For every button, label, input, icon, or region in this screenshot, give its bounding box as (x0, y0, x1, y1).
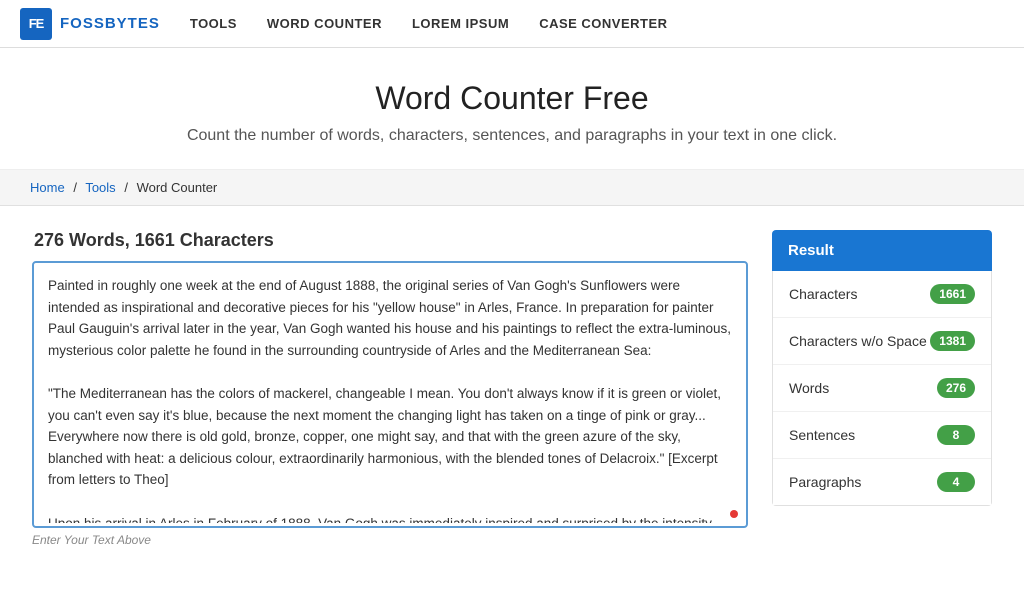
textarea-hint: Enter Your Text Above (32, 533, 748, 547)
breadcrumb-current: Word Counter (137, 180, 218, 195)
breadcrumb: Home / Tools / Word Counter (0, 170, 1024, 206)
navbar: FE FOSSBYTES TOOLS WORD COUNTER LOREM IP… (0, 0, 1024, 48)
result-badge: 4 (937, 472, 975, 492)
result-item: Characters w/o Space 1381 (773, 318, 991, 365)
content-area: 276 Words, 1661 Characters Enter Your Te… (2, 206, 1022, 571)
result-badge: 1661 (930, 284, 975, 304)
page-title: Word Counter Free (20, 80, 1004, 117)
breadcrumb-sep-1: / (73, 180, 77, 195)
result-label: Sentences (789, 426, 855, 444)
result-item: Paragraphs 4 (773, 459, 991, 505)
result-label: Characters (789, 285, 857, 303)
result-label: Paragraphs (789, 473, 861, 491)
result-label: Characters w/o Space (789, 332, 927, 350)
result-list: Characters 1661 Characters w/o Space 138… (772, 271, 992, 506)
breadcrumb-home[interactable]: Home (30, 180, 65, 195)
breadcrumb-tools[interactable]: Tools (85, 180, 115, 195)
nav-case-converter[interactable]: CASE CONVERTER (539, 2, 667, 45)
result-badge: 1381 (930, 331, 975, 351)
logo-area: FE FOSSBYTES (20, 8, 160, 40)
logo-icon: FE (20, 8, 52, 40)
red-dot-indicator (730, 510, 738, 518)
nav-links: TOOLS WORD COUNTER LOREM IPSUM CASE CONV… (190, 2, 668, 45)
result-header: Result (772, 230, 992, 271)
word-count-header: 276 Words, 1661 Characters (32, 230, 748, 251)
left-panel: 276 Words, 1661 Characters Enter Your Te… (32, 230, 748, 547)
nav-lorem-ipsum[interactable]: LOREM IPSUM (412, 2, 509, 45)
right-panel: Result Characters 1661 Characters w/o Sp… (772, 230, 992, 547)
result-item: Characters 1661 (773, 271, 991, 318)
nav-tools[interactable]: TOOLS (190, 2, 237, 45)
breadcrumb-sep-2: / (124, 180, 128, 195)
brand-name: FOSSBYTES (60, 15, 160, 32)
result-badge: 8 (937, 425, 975, 445)
result-label: Words (789, 379, 829, 397)
hero-section: Word Counter Free Count the number of wo… (0, 48, 1024, 170)
result-item: Sentences 8 (773, 412, 991, 459)
nav-word-counter[interactable]: WORD COUNTER (267, 2, 382, 45)
result-badge: 276 (937, 378, 975, 398)
textarea-wrapper (32, 261, 748, 528)
result-item: Words 276 (773, 365, 991, 412)
text-input[interactable] (34, 263, 746, 523)
hero-subtitle: Count the number of words, characters, s… (20, 127, 1004, 145)
